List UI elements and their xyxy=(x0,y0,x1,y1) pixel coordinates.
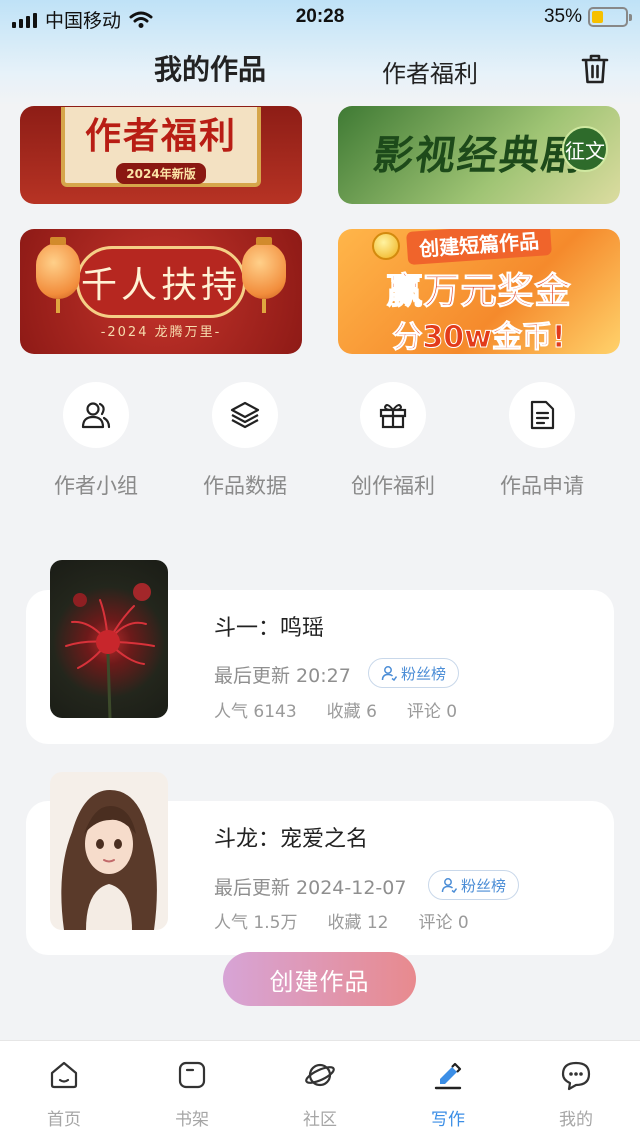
banner-author-benefits[interactable]: 作者福利 2024年新版 xyxy=(20,106,302,204)
banner-title: 影视经典剧 xyxy=(370,132,587,179)
banner-line-2: 赢万元奖金 xyxy=(386,271,572,313)
tab-write[interactable]: 写作 xyxy=(408,1059,488,1130)
action-circle xyxy=(212,382,278,448)
status-bar: 中国移动 20:28 35% xyxy=(0,0,640,34)
tab-label: 社区 xyxy=(303,1110,337,1130)
fans-rank-button[interactable]: 粉丝榜 xyxy=(368,658,460,688)
group-icon xyxy=(81,402,111,429)
planet-icon xyxy=(305,1063,335,1087)
portrait-illustration xyxy=(61,790,157,930)
work-updated: 最后更新 2024-12-07 xyxy=(214,877,407,899)
tab-mine[interactable]: 我的 xyxy=(536,1059,616,1130)
header-tabs: 我的作品 作者福利 xyxy=(0,48,640,92)
action-label: 创作福利 xyxy=(351,474,435,498)
action-label: 作品申请 xyxy=(500,474,584,498)
bookshelf-icon xyxy=(178,1061,206,1089)
banner-seal: 征文 xyxy=(562,126,608,172)
tab-label: 书架 xyxy=(175,1110,209,1130)
work-comments: 评论 0 xyxy=(406,702,458,722)
banner-scroll: 作者福利 2024年新版 xyxy=(61,107,261,187)
coin-icon xyxy=(372,232,400,260)
banner-ring: 千人扶持 xyxy=(76,245,246,318)
action-label: 作品数据 xyxy=(203,474,287,498)
work-stats: 人气 6143 收藏 6 评论 0 xyxy=(214,697,487,722)
action-work-application[interactable]: 作品申请 xyxy=(482,382,602,500)
person-icon xyxy=(441,878,457,893)
tab-author-benefits[interactable]: 作者福利 xyxy=(382,54,478,89)
status-right: 35% xyxy=(543,6,632,28)
action-circle xyxy=(360,382,426,448)
work-favorites: 收藏 12 xyxy=(327,913,389,933)
home-icon xyxy=(50,1061,78,1089)
tab-label: 首页 xyxy=(47,1110,81,1130)
action-circle xyxy=(509,382,575,448)
work-cover-image[interactable] xyxy=(50,772,168,930)
banner-support[interactable]: 千人扶持 -2024 龙腾万里- xyxy=(20,229,302,354)
lantern-icon xyxy=(36,237,80,313)
work-updated: 最后更新 20:27 xyxy=(214,665,351,687)
banner-title: 作者福利 xyxy=(84,114,237,157)
action-label: 作者小组 xyxy=(54,474,138,498)
work-title[interactable]: 斗一：鸣瑶 xyxy=(214,610,324,642)
trash-icon[interactable] xyxy=(580,52,610,86)
tab-my-works[interactable]: 我的作品 xyxy=(154,48,266,88)
action-creation-benefits[interactable]: 创作福利 xyxy=(333,382,453,500)
fans-rank-button[interactable]: 粉丝榜 xyxy=(428,870,520,900)
work-comments: 评论 0 xyxy=(418,913,469,933)
gift-icon xyxy=(379,404,407,429)
banner-line-3: 分30w金币! xyxy=(392,320,566,355)
action-author-group[interactable]: 作者小组 xyxy=(36,382,156,500)
chat-icon xyxy=(561,1061,591,1091)
fans-rank-label: 粉丝榜 xyxy=(461,876,507,895)
tab-home[interactable]: 首页 xyxy=(24,1059,104,1130)
fans-rank-label: 粉丝榜 xyxy=(401,664,447,683)
action-circle xyxy=(63,382,129,448)
flower-illustration xyxy=(65,583,155,718)
tab-label: 我的 xyxy=(559,1110,593,1130)
lantern-icon xyxy=(242,237,286,313)
battery-percent: 35% xyxy=(543,6,582,27)
battery-icon xyxy=(588,7,632,27)
pen-icon xyxy=(434,1062,462,1090)
work-cover-image[interactable] xyxy=(50,560,168,718)
create-work-button[interactable]: 创建作品 xyxy=(223,952,416,1006)
work-title[interactable]: 斗龙：宠爱之名 xyxy=(214,821,368,853)
work-popularity: 人气 1.5万 xyxy=(214,913,298,933)
bottom-tab-bar: 首页 书架 社区 写作 我的 xyxy=(0,1040,640,1138)
tab-label: 写作 xyxy=(431,1110,465,1130)
action-work-data[interactable]: 作品数据 xyxy=(185,382,305,500)
person-icon xyxy=(381,666,397,681)
banner-subtitle: -2024 龙腾万里- xyxy=(100,325,222,340)
document-icon xyxy=(530,400,555,430)
layers-icon xyxy=(230,401,260,429)
tab-bookshelf[interactable]: 书架 xyxy=(152,1059,232,1130)
banner-subtitle: 2024年新版 xyxy=(116,162,206,184)
banner-line-1: 创建短篇作品 xyxy=(406,229,552,265)
work-favorites: 收藏 6 xyxy=(326,702,377,722)
work-stats: 人气 1.5万 收藏 12 评论 0 xyxy=(214,908,499,933)
work-popularity: 人气 6143 xyxy=(214,702,297,722)
banner-drama-contest[interactable]: 影视经典剧 征文 xyxy=(338,106,620,204)
tab-community[interactable]: 社区 xyxy=(280,1059,360,1130)
banner-title: 千人扶持 xyxy=(80,264,241,306)
banner-text: 创建短篇作品 赢万元奖金 分30w金币! xyxy=(386,229,571,354)
